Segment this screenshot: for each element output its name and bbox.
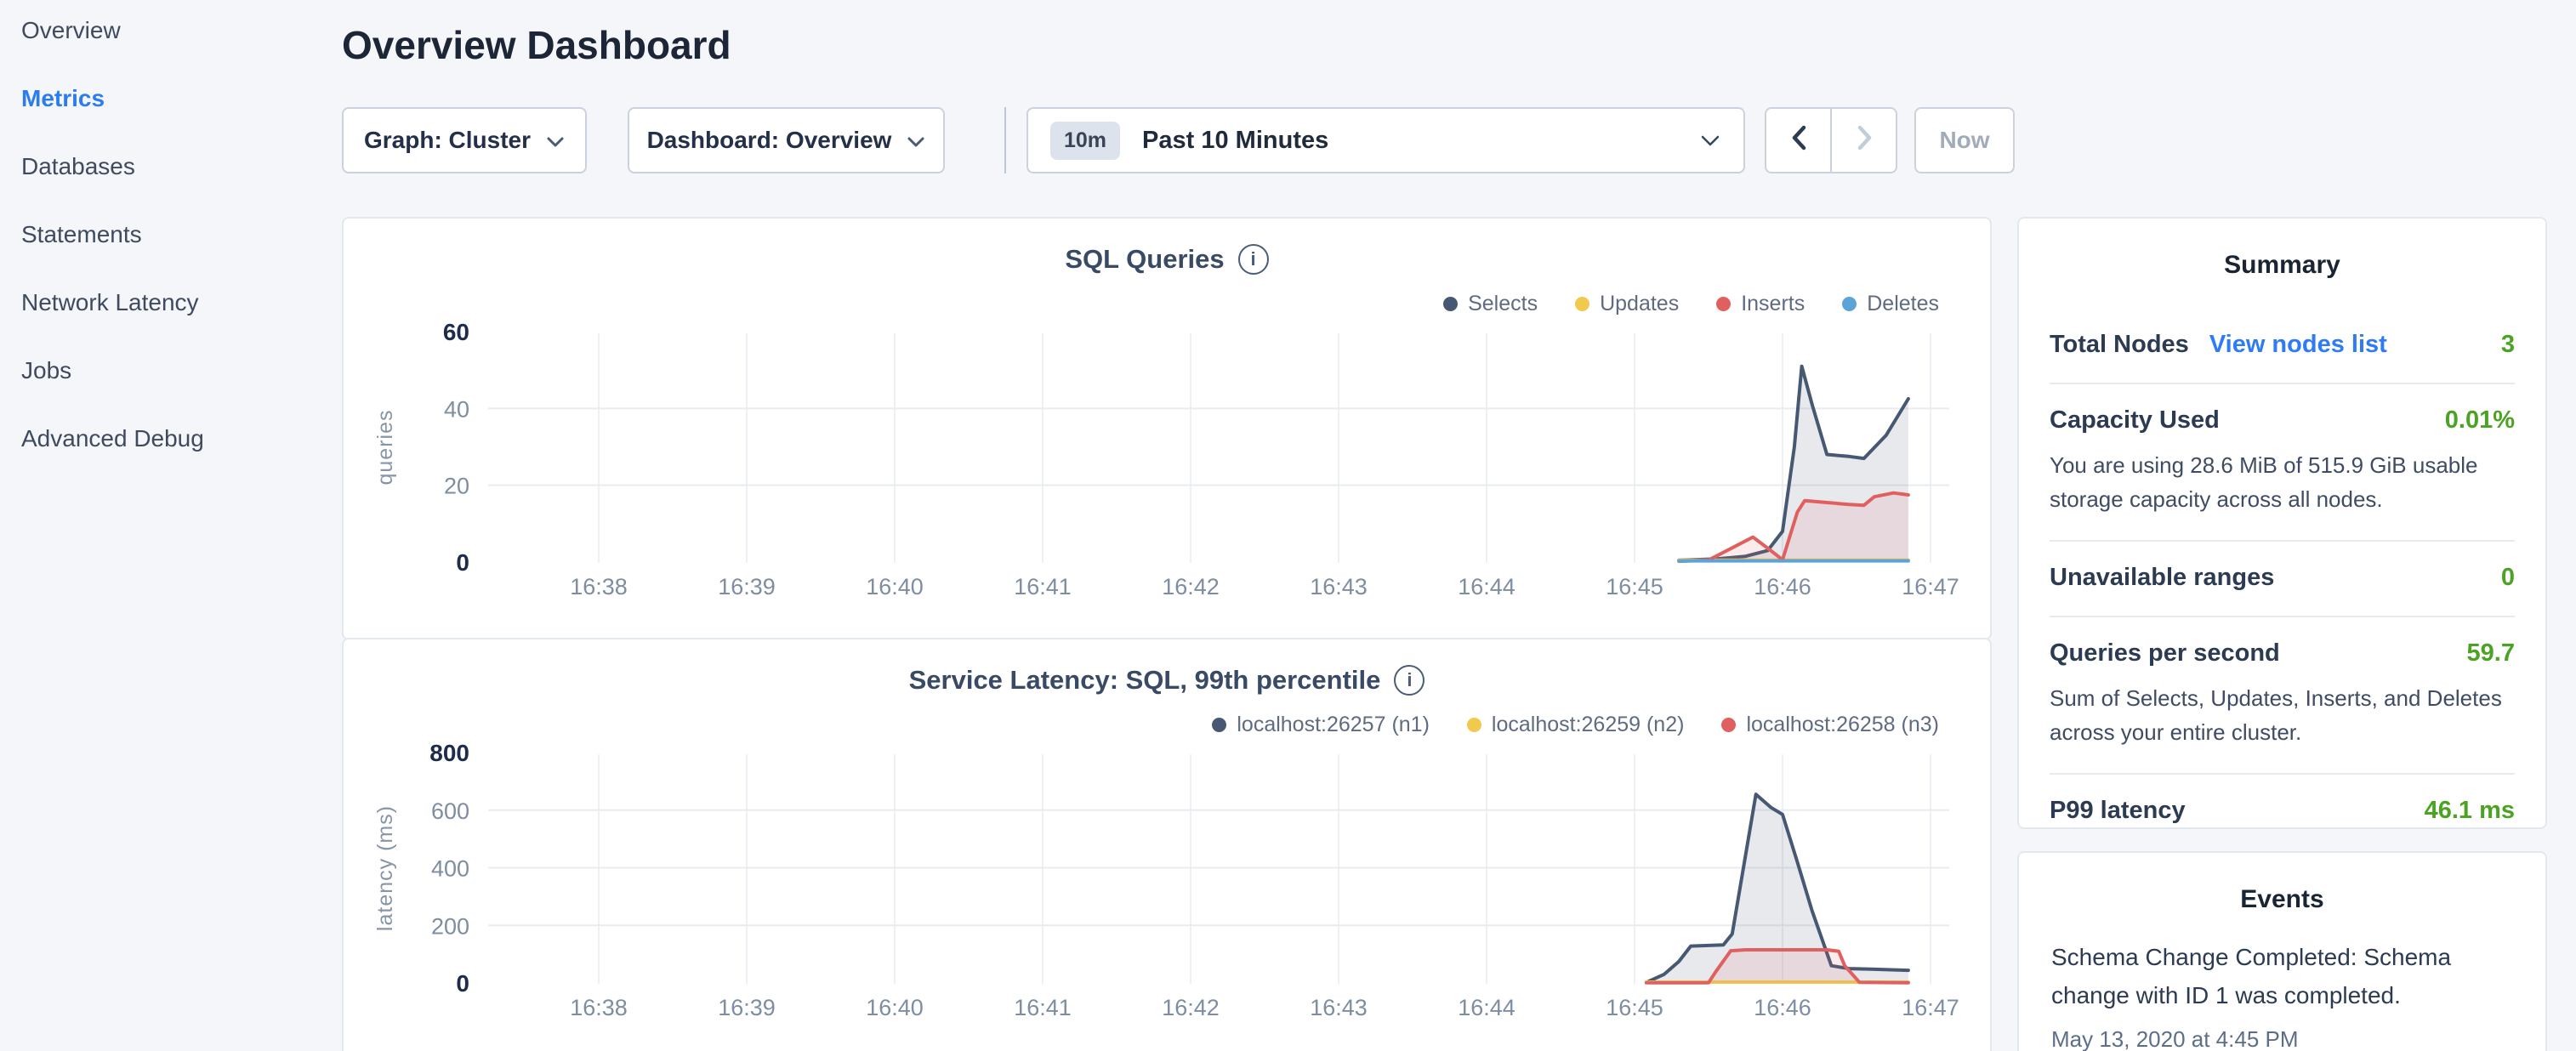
time-pager [1765,107,1897,173]
summary-row-description: Sum of Selects, Updates, Inserts, and De… [2050,681,2515,749]
chevron-left-icon [1790,124,1807,157]
summary-row-value: 0 [2501,564,2515,592]
svg-text:16:44: 16:44 [1458,995,1515,1020]
time-range-label: Past 10 Minutes [1142,127,1328,155]
svg-text:16:38: 16:38 [570,995,628,1020]
svg-text:20: 20 [444,474,469,499]
svg-text:600: 600 [431,798,469,824]
svg-text:40: 40 [444,396,469,422]
summary-row-label: P99 latency [2050,797,2186,825]
summary-panel: Summary Total Nodes View nodes list 3 Capac… [2017,217,2547,829]
sidebar-item-advanced-debug[interactable]: Advanced Debug [21,425,340,454]
svg-text:16:45: 16:45 [1606,574,1663,599]
summary-row-value: 59.7 [2467,639,2515,668]
svg-text:16:42: 16:42 [1162,995,1220,1020]
summary-row-label: Unavailable ranges [2050,564,2274,592]
dashboard-dropdown[interactable]: Dashboard: Overview [628,107,945,173]
events-list: Schema Change Completed: Schema change w… [2051,938,2513,1051]
svg-text:16:47: 16:47 [1902,574,1959,599]
event-message: Schema Change Completed: Schema change w… [2051,938,2513,1014]
chevron-down-icon [907,127,925,154]
events-panel: Events Schema Change Completed: Schema c… [2017,851,2547,1051]
time-back-button[interactable] [1765,107,1832,173]
dashboard-dropdown-label: Dashboard: Overview [647,127,892,154]
summary-title: Summary [2019,219,2545,280]
event-timestamp: May 13, 2020 at 4:45 PM [2051,1026,2513,1051]
events-title: Events [2019,853,2545,914]
sidebar-item-statements[interactable]: Statements [21,221,340,250]
chart-plot-area[interactable]: 16:38 16:39 16:40 16:41 16:42 16:43 16:44 16:45… [344,219,1990,618]
svg-text:16:44: 16:44 [1458,574,1515,599]
svg-text:16:41: 16:41 [1014,995,1072,1020]
svg-text:16:45: 16:45 [1606,995,1663,1020]
chevron-down-icon [546,127,565,154]
sql-queries-chart-card: SQL QueriesiSelectsUpdatesInsertsDeletes… [342,217,1992,640]
sidebar-item-network-latency[interactable]: Network Latency [21,289,340,318]
svg-text:queries: queries [373,410,397,486]
chevron-down-icon [1699,127,1721,154]
svg-text:16:46: 16:46 [1754,995,1811,1020]
svg-text:16:42: 16:42 [1162,574,1220,599]
view-nodes-list-link[interactable]: View nodes list [2209,331,2387,359]
sidebar: Overview Metrics Databases Statements Networ… [0,0,340,1051]
svg-text:200: 200 [431,913,469,939]
svg-text:16:43: 16:43 [1310,574,1368,599]
summary-row-label: Queries per second [2050,639,2280,668]
svg-text:16:38: 16:38 [570,574,628,599]
svg-text:16:43: 16:43 [1310,995,1368,1020]
summary-rows: Total Nodes View nodes list 3 Capacity Used… [2050,309,2515,849]
svg-text:16:47: 16:47 [1902,995,1959,1020]
summary-row-value: 3 [2501,331,2515,359]
svg-text:16:41: 16:41 [1014,574,1072,599]
summary-row: Queries per second 59.7 Sum of Selects, Up… [2050,616,2515,773]
svg-text:16:40: 16:40 [866,995,924,1020]
sidebar-item-metrics[interactable]: Metrics [21,85,340,114]
sidebar-item-overview[interactable]: Overview [21,17,340,46]
page-title: Overview Dashboard [342,22,731,68]
sidebar-item-databases[interactable]: Databases [21,153,340,182]
now-button[interactable]: Now [1914,107,2015,173]
svg-text:16:46: 16:46 [1754,574,1811,599]
service-latency-chart-card: Service Latency: SQL, 99th percentileilo… [342,638,1992,1051]
summary-row: P99 latency 46.1 ms [2050,773,2515,849]
svg-text:800: 800 [429,740,469,766]
svg-text:0: 0 [456,970,469,997]
time-range-picker[interactable]: 10m Past 10 Minutes [1026,107,1745,173]
summary-row: Capacity Used 0.01% You are using 28.6 MiB… [2050,383,2515,540]
event-item: Schema Change Completed: Schema change w… [2051,938,2513,1051]
divider [1004,107,1006,173]
graph-dropdown-label: Graph: Cluster [364,127,531,154]
svg-text:400: 400 [431,856,469,882]
chart-plot-area[interactable]: 16:38 16:39 16:40 16:41 16:42 16:43 16:44 16:45… [344,639,1990,1039]
summary-row-description: You are using 28.6 MiB of 515.9 GiB usab… [2050,448,2515,516]
graph-dropdown[interactable]: Graph: Cluster [342,107,587,173]
summary-row-label: Total Nodes [2050,331,2189,359]
summary-row: Unavailable ranges 0 [2050,540,2515,616]
controls-bar: Graph: Cluster Dashboard: Overview 10m P… [342,107,2015,173]
sidebar-item-jobs[interactable]: Jobs [21,357,340,386]
summary-row-value: 46.1 ms [2425,797,2515,825]
svg-text:0: 0 [456,549,469,576]
svg-text:16:39: 16:39 [718,574,776,599]
time-range-badge: 10m [1050,122,1120,160]
time-forward-button[interactable] [1830,107,1897,173]
svg-text:16:40: 16:40 [866,574,924,599]
summary-row: Total Nodes View nodes list 3 [2050,309,2515,383]
svg-text:latency (ms): latency (ms) [373,805,397,931]
summary-row-value: 0.01% [2445,406,2515,435]
summary-row-label: Capacity Used [2050,406,2220,435]
svg-text:60: 60 [443,319,469,345]
chevron-right-icon [1856,124,1873,157]
svg-text:16:39: 16:39 [718,995,776,1020]
